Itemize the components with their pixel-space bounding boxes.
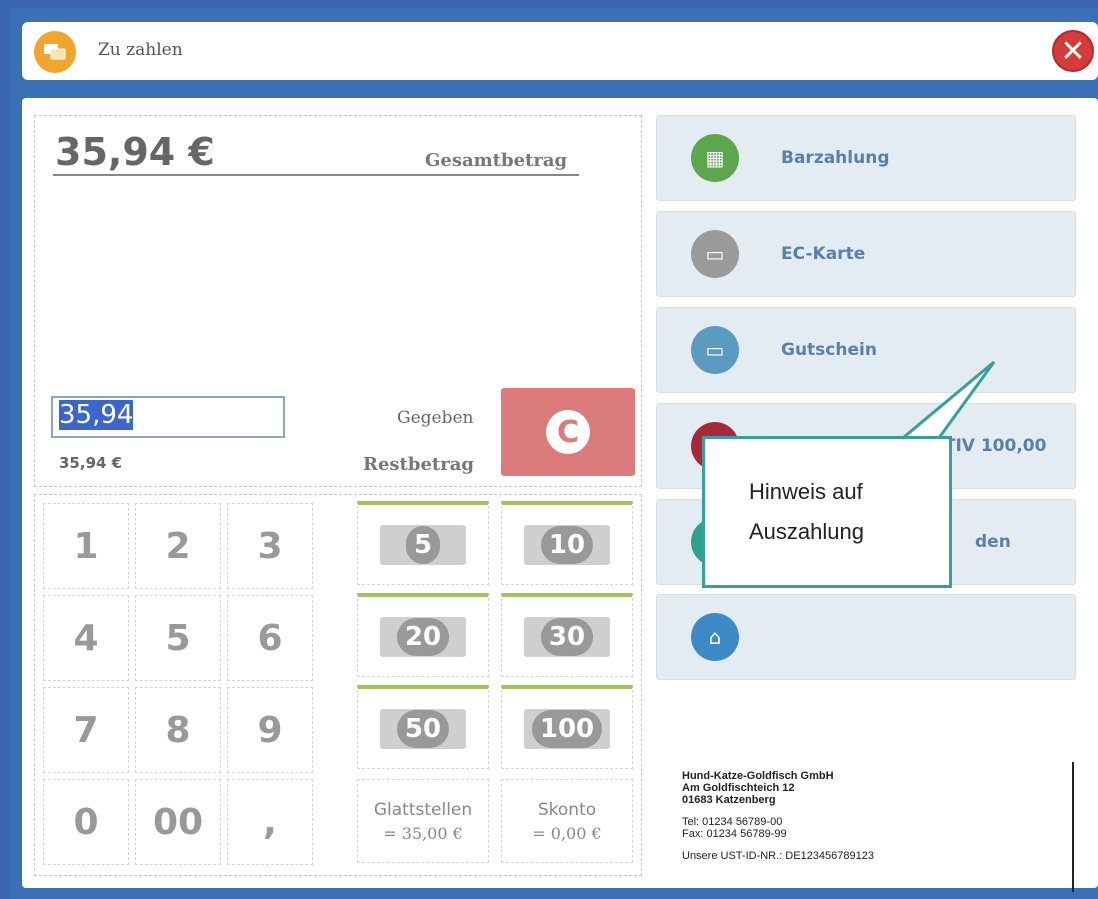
- key-comma[interactable]: ,: [227, 779, 313, 865]
- note-100-button[interactable]: 100: [501, 685, 633, 769]
- banknote-icon: 100: [524, 708, 610, 749]
- key-8[interactable]: 8: [135, 687, 221, 773]
- key-00[interactable]: 00: [135, 779, 221, 865]
- clear-icon: C: [546, 410, 590, 454]
- receipt-fax: Fax: 01234 56789-99: [682, 828, 787, 840]
- key-0[interactable]: 0: [43, 779, 129, 865]
- title-bar: Zu zahlen ✕: [22, 22, 1098, 80]
- round-off-label: Glattstellen: [373, 799, 473, 820]
- voucher-button[interactable]: ▭ Gutschein: [656, 307, 1076, 393]
- banknote-icon: 10: [524, 524, 610, 565]
- payment-title-icon: [34, 31, 76, 73]
- total-amount: 35,94 €: [55, 130, 215, 174]
- receipt-tel: Tel: 01234 56789-00: [682, 816, 783, 828]
- receipt-company: Hund-Katze-Goldfisch GmbH: [682, 770, 834, 782]
- callout-pointer: [895, 360, 996, 442]
- receipt-street: Am Goldfischteich 12: [682, 782, 795, 794]
- given-input[interactable]: 35,94: [51, 396, 285, 438]
- receipt-ust: Unsere UST-ID-NR.: DE123456789123: [682, 850, 874, 862]
- key-1[interactable]: 1: [43, 503, 129, 589]
- discount-button[interactable]: Skonto = 0,00 €: [501, 779, 633, 863]
- ec-card-label: EC-Karte: [781, 244, 866, 264]
- key-6[interactable]: 6: [227, 595, 313, 681]
- banknote-icon: 20: [380, 616, 466, 657]
- rest-label: Restbetrag: [363, 454, 474, 475]
- cash-payment-button[interactable]: ▦ Barzahlung: [656, 115, 1076, 201]
- note-20-button[interactable]: 20: [357, 593, 489, 677]
- ec-card-button[interactable]: ▭ EC-Karte: [656, 211, 1076, 297]
- note-30-button[interactable]: 30: [501, 593, 633, 677]
- key-5[interactable]: 5: [135, 595, 221, 681]
- callout-line-1: Hinweis auf: [749, 479, 863, 504]
- total-label: Gesamtbetrag: [425, 150, 568, 171]
- note-5-button[interactable]: 5: [357, 501, 489, 585]
- receipt-preview: Hund-Katze-Goldfisch GmbH Am Goldfischte…: [666, 756, 1072, 888]
- clear-button[interactable]: C: [501, 388, 635, 476]
- cash-payment-label: Barzahlung: [781, 148, 890, 168]
- voucher-label: Gutschein: [781, 340, 877, 360]
- round-off-button[interactable]: Glattstellen = 35,00 €: [357, 779, 489, 863]
- note-10-button[interactable]: 10: [501, 501, 633, 585]
- keypad-area: 1 2 3 4 5 6 7 8 9 0 00 , 5 10 20 30 50 1…: [34, 494, 642, 876]
- key-7[interactable]: 7: [43, 687, 129, 773]
- banknote-stack-icon: 30: [524, 616, 610, 657]
- rest-amount: 35,94 €: [59, 454, 123, 472]
- given-value: 35,94: [59, 400, 134, 430]
- key-3[interactable]: 3: [227, 503, 313, 589]
- discount-label: Skonto: [537, 799, 597, 820]
- key-4[interactable]: 4: [43, 595, 129, 681]
- window-title: Zu zahlen: [98, 40, 183, 60]
- receipt-city: 01683 Katzenberg: [682, 794, 776, 806]
- banknote-icon: 50: [380, 708, 466, 749]
- discount-value: = 0,00 €: [532, 823, 602, 843]
- given-label: Gegeben: [397, 408, 474, 428]
- callout-line-2: Auszahlung: [749, 519, 864, 544]
- voucher-icon: ▭: [691, 326, 739, 374]
- receipt-edge: [1072, 762, 1074, 892]
- receipt-icon: ⌂: [691, 613, 739, 661]
- card-icon: ▭: [691, 230, 739, 278]
- key-9[interactable]: 9: [227, 687, 313, 773]
- round-off-value: = 35,00 €: [383, 823, 463, 843]
- note-50-button[interactable]: 50: [357, 685, 489, 769]
- payment-method-6-button[interactable]: ⌂: [656, 594, 1076, 680]
- cash-register-icon: ▦: [691, 134, 739, 182]
- key-2[interactable]: 2: [135, 503, 221, 589]
- close-button[interactable]: ✕: [1052, 30, 1094, 72]
- payment-method-5-label: den: [975, 532, 1011, 552]
- payout-hint-callout: Hinweis auf Auszahlung: [702, 436, 952, 588]
- amount-area: 35,94 € Gesamtbetrag 35,94 Gegeben 35,94…: [34, 115, 642, 487]
- total-divider: [53, 174, 579, 176]
- banknote-icon: 5: [380, 524, 466, 565]
